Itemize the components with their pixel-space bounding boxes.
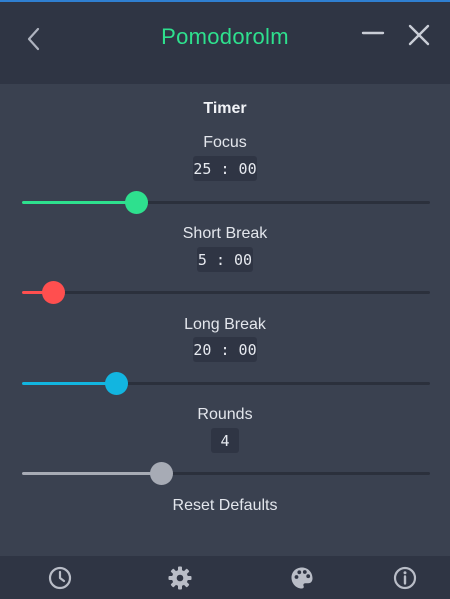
reset-defaults-button[interactable]: Reset Defaults: [0, 497, 450, 515]
rounds-label: Rounds: [197, 406, 253, 423]
slider-track: [22, 291, 430, 294]
clock-icon: [48, 566, 72, 590]
rounds-value: 4: [211, 428, 239, 453]
slider-fill: [22, 382, 116, 385]
short-break-label: Short Break: [182, 225, 268, 242]
theme-nav-button[interactable]: [289, 565, 315, 591]
slider-thumb[interactable]: [150, 462, 173, 485]
gear-icon: [168, 566, 192, 590]
titlebar: Pomodorolm: [0, 2, 450, 84]
focus-slider[interactable]: [22, 190, 430, 214]
timer-nav-button[interactable]: [47, 565, 73, 591]
timer-heading: Timer: [203, 100, 247, 117]
settings-panel: Timer Focus 25 : 00 Short Break 5 : 00 L…: [0, 84, 450, 556]
focus-value: 25 : 00: [193, 156, 257, 181]
short-break-value: 5 : 00: [197, 247, 253, 272]
close-icon: [408, 24, 430, 46]
slider-thumb[interactable]: [42, 281, 65, 304]
bottom-nav: [0, 556, 450, 599]
about-nav-button[interactable]: [392, 565, 418, 591]
slider-fill: [22, 201, 136, 204]
close-button[interactable]: [404, 20, 434, 50]
slider-thumb[interactable]: [105, 372, 128, 395]
settings-nav-button[interactable]: [167, 565, 193, 591]
long-break-value: 20 : 00: [193, 337, 257, 362]
minimize-icon: [361, 31, 385, 35]
palette-icon: [291, 567, 313, 589]
rounds-slider[interactable]: [22, 461, 430, 485]
focus-label: Focus: [203, 134, 247, 151]
slider-fill: [22, 472, 161, 475]
long-break-label: Long Break: [184, 316, 266, 333]
slider-thumb[interactable]: [125, 191, 148, 214]
minimize-button[interactable]: [359, 20, 387, 48]
long-break-slider[interactable]: [22, 371, 430, 395]
short-break-slider[interactable]: [22, 280, 430, 304]
info-icon: [393, 566, 417, 590]
